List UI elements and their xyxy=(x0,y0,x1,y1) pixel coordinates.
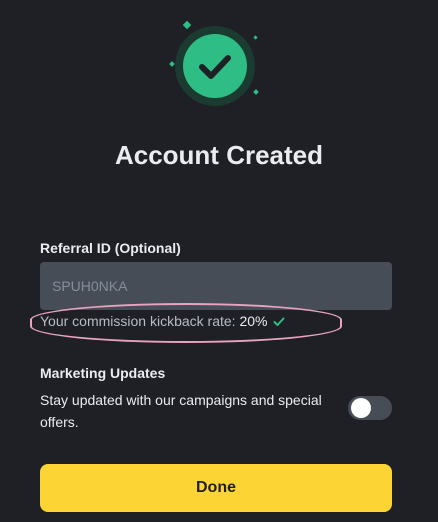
kickback-rate-prefix: Your commission kickback rate: xyxy=(40,313,240,329)
sparkle-icon xyxy=(182,20,192,30)
done-button[interactable]: Done xyxy=(40,464,392,512)
kickback-rate-text: Your commission kickback rate: 20% xyxy=(40,313,285,330)
toggle-knob xyxy=(351,398,371,418)
marketing-updates-toggle[interactable] xyxy=(348,396,392,420)
check-circle-icon xyxy=(183,34,247,98)
marketing-updates-label: Marketing Updates xyxy=(40,365,166,381)
kickback-rate-value: 20% xyxy=(239,313,268,329)
page-title: Account Created xyxy=(114,140,324,170)
sparkle-icon xyxy=(253,89,259,95)
marketing-updates-description: Stay updated with our campaigns and spec… xyxy=(40,392,322,430)
checkmark-icon xyxy=(273,314,285,330)
referral-id-label: Referral ID (Optional) xyxy=(40,240,181,256)
sparkle-icon xyxy=(253,35,258,40)
success-illustration xyxy=(169,20,270,110)
sparkle-icon xyxy=(169,61,175,67)
